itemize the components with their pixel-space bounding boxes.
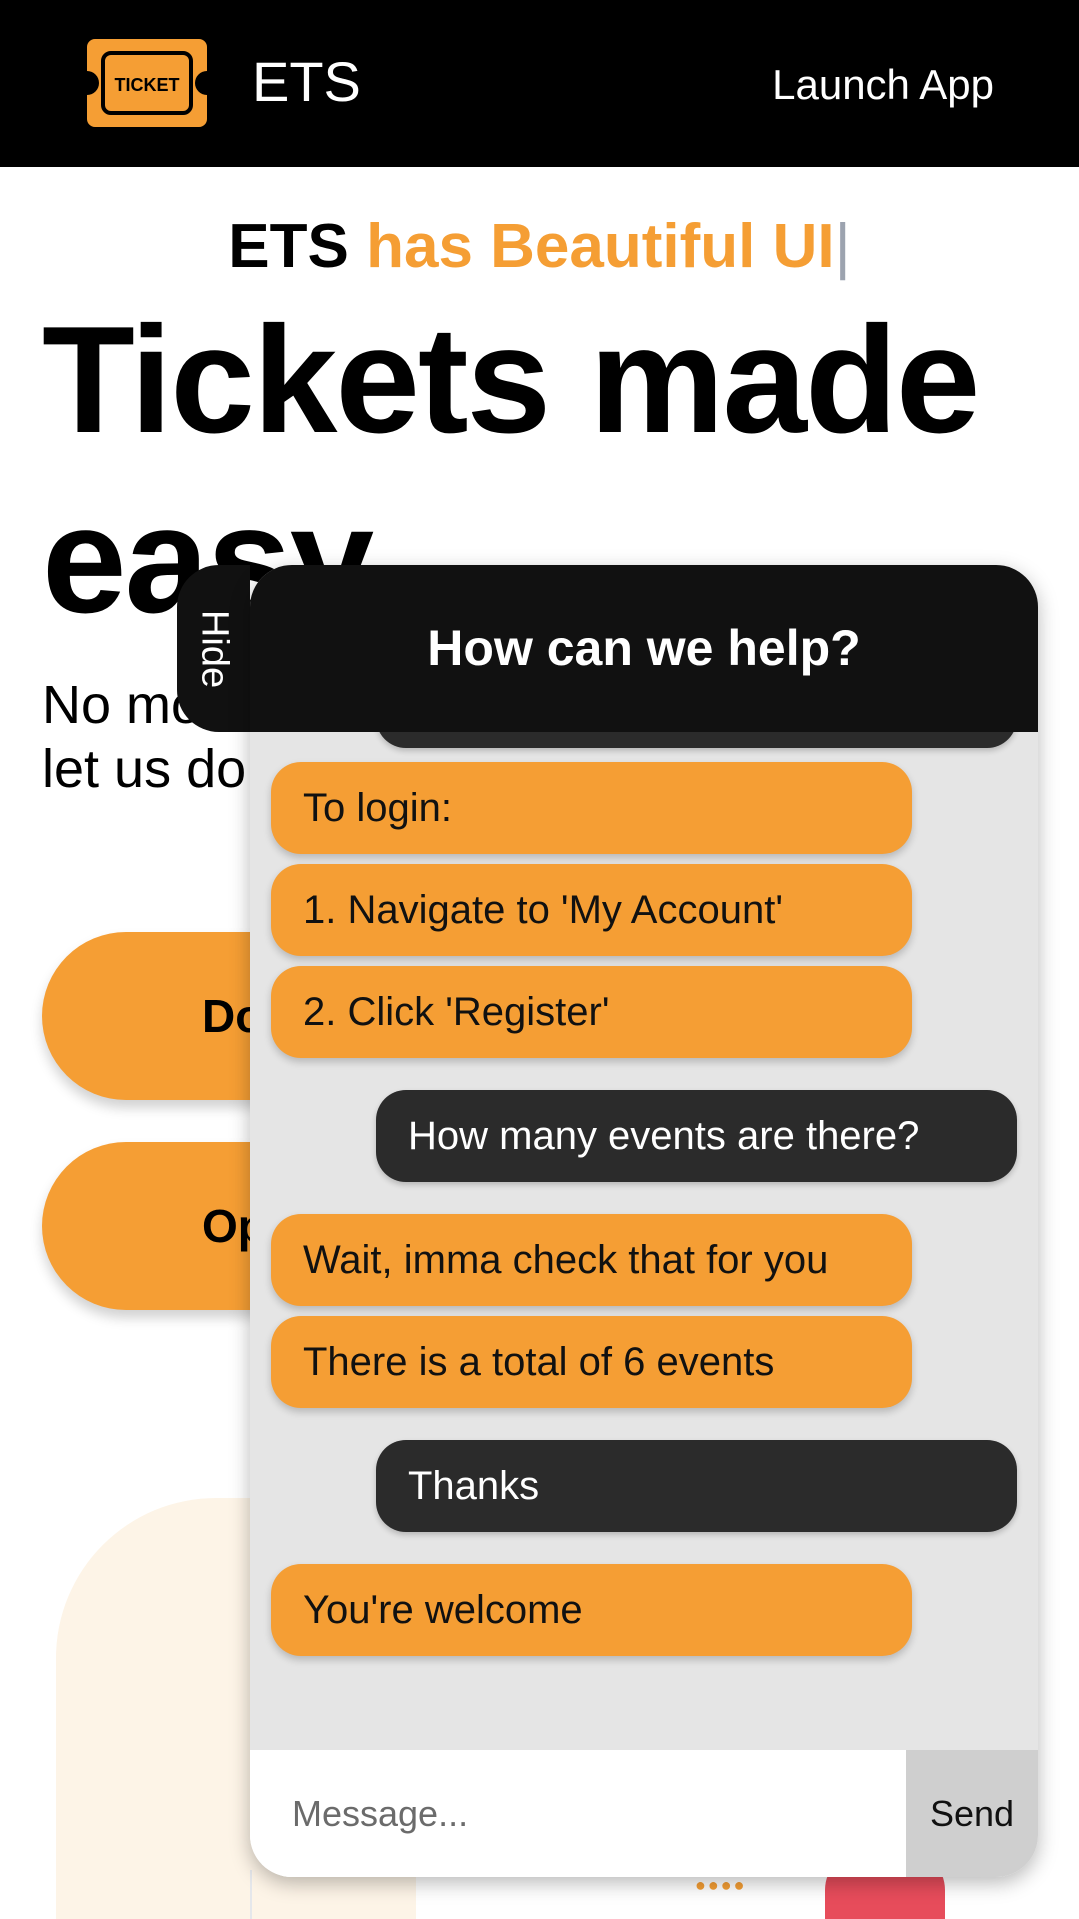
chat-message-bot: Wait, imma check that for you xyxy=(271,1214,912,1306)
send-button[interactable]: Send xyxy=(906,1750,1038,1877)
hero-illustration-dots: ●●●● xyxy=(695,1875,747,1895)
chat-input-bar: Send xyxy=(250,1750,1038,1877)
typing-caret: | xyxy=(834,212,851,281)
chat-message-bot: You're welcome xyxy=(271,1564,912,1656)
message-input[interactable] xyxy=(250,1750,906,1877)
hide-label: Hide xyxy=(193,609,235,688)
chat-title: How can we help? xyxy=(250,565,1038,732)
chat-hide-tab[interactable]: Hide xyxy=(177,565,250,732)
tagline-prefix: ETS xyxy=(228,212,349,281)
chat-widget: How can we help? How to register for an … xyxy=(250,565,1038,1877)
hero-tagline: ETS has Beautiful UI| xyxy=(0,210,1079,284)
top-nav-bar: TICKET ETS Launch App xyxy=(0,0,1079,167)
ticket-logo-icon[interactable]: TICKET xyxy=(83,35,211,131)
chat-message-bot: 1. Navigate to 'My Account' xyxy=(271,864,912,956)
chat-message-user: Thanks xyxy=(376,1440,1017,1532)
chat-message-bot: There is a total of 6 events xyxy=(271,1316,912,1408)
hero-illustration-calendar xyxy=(250,1870,850,1919)
launch-app-link[interactable]: Launch App xyxy=(772,60,994,110)
chat-message-bot: To login: xyxy=(271,762,912,854)
logo-text: TICKET xyxy=(115,75,180,95)
chat-message-bot: 2. Click 'Register' xyxy=(271,966,912,1058)
chat-message-user: How many events are there? xyxy=(376,1090,1017,1182)
brand-name[interactable]: ETS xyxy=(252,50,361,114)
tagline-accent: has Beautiful UI xyxy=(366,212,835,281)
